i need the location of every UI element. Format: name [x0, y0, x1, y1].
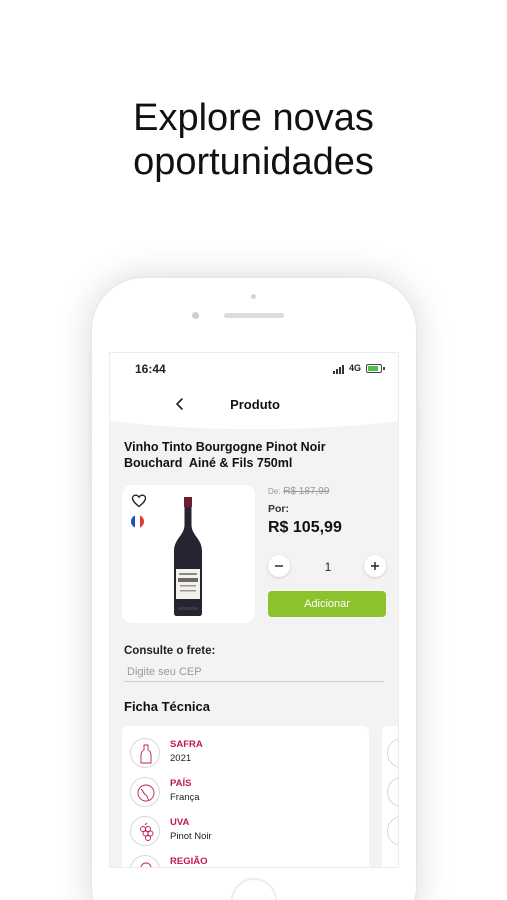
old-price-value: R$ 187,99 — [283, 486, 330, 497]
old-price-prefix: De: — [268, 487, 281, 496]
phone-sensor — [251, 294, 256, 299]
tech-sheet-card: SAFRA 2021 PAÍS França UVA Pinot Noir RE… — [122, 726, 369, 867]
phone-power-button — [416, 404, 419, 444]
signal-icon — [333, 365, 347, 374]
product-title-line-2: Bouchard Ainé & Fils 750ml — [124, 456, 293, 470]
uva-value: Pinot Noir — [170, 831, 212, 842]
old-price: De: R$ 187,99 — [268, 486, 329, 497]
quantity-increase-button[interactable] — [364, 555, 386, 577]
phone-side-button — [89, 354, 92, 376]
tech-sheet-title: Ficha Técnica — [124, 699, 210, 714]
minus-icon — [275, 565, 283, 567]
france-flag-icon — [131, 515, 144, 528]
favorite-button[interactable] — [131, 493, 147, 509]
add-to-cart-button[interactable]: Adicionar — [268, 591, 386, 617]
battery-tip — [383, 367, 385, 370]
battery-icon — [366, 364, 382, 373]
pais-value: França — [170, 792, 200, 803]
phone-volume-up — [89, 396, 92, 436]
uva-label: UVA — [170, 817, 190, 828]
phone-frame: 16:44 4G Produto Vinho Tinto Bourgogne P… — [89, 278, 419, 900]
regiao-label: REGIÃO — [170, 856, 208, 867]
wine-bottle-image — [174, 497, 202, 616]
shipping-label: Consulte o frete: — [124, 645, 216, 657]
headline-line-2: oportunidades — [133, 141, 374, 183]
phone-home-button — [231, 878, 277, 900]
status-time: 16:44 — [135, 362, 166, 376]
quantity-decrease-button[interactable] — [268, 555, 290, 577]
pais-label: PAÍS — [170, 778, 192, 789]
price-prefix: Por: — [268, 503, 289, 515]
safra-value: 2021 — [170, 753, 192, 764]
partial-icon — [387, 816, 398, 846]
safra-label: SAFRA — [170, 739, 203, 750]
headline-line-1: Explore novas — [133, 97, 374, 139]
bottle-icon — [130, 738, 160, 768]
phone-speaker — [224, 313, 284, 318]
partial-icon — [387, 738, 398, 768]
globe-icon — [130, 777, 160, 807]
product-title: Vinho Tinto Bourgogne Pinot Noir Bouchar… — [124, 439, 386, 471]
product-image-card — [122, 485, 255, 623]
page-title: Produto — [230, 397, 280, 412]
current-price: R$ 105,99 — [268, 519, 342, 536]
heart-icon — [131, 494, 147, 508]
tech-sheet-card-next[interactable] — [382, 726, 398, 867]
map-pin-icon — [130, 855, 160, 867]
network-type: 4G — [349, 363, 362, 373]
quantity-value: 1 — [324, 560, 332, 574]
cep-input[interactable] — [124, 662, 384, 682]
phone-volume-down — [89, 444, 92, 484]
grape-icon — [130, 816, 160, 846]
promo-headline: Explore novas oportunidades — [0, 96, 507, 184]
phone-camera — [192, 312, 199, 319]
partial-icon — [387, 777, 398, 807]
product-title-line-1: Vinho Tinto Bourgogne Pinot Noir — [124, 440, 326, 454]
app-screen: 16:44 4G Produto Vinho Tinto Bourgogne P… — [109, 352, 399, 868]
plus-icon — [371, 562, 379, 570]
